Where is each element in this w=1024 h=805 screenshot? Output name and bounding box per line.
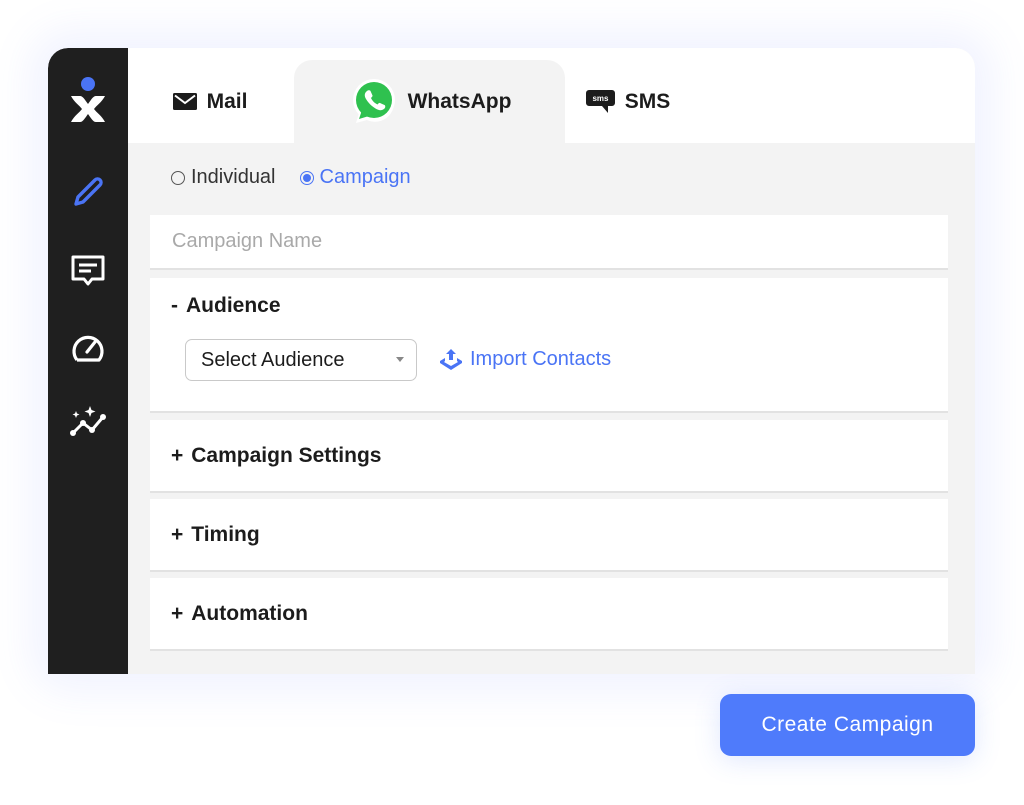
timing-panel: + Timing <box>150 499 948 572</box>
section-title: Timing <box>191 523 260 546</box>
tab-label: WhatsApp <box>407 89 512 113</box>
main-content: Mail WhatsApp sms SMS Individual Campaig… <box>128 48 975 674</box>
audience-panel: - Audience Select Audience Import Contac… <box>150 278 948 413</box>
tab-sms[interactable]: sms SMS <box>583 60 673 143</box>
message-icon[interactable] <box>68 251 108 291</box>
automation-header[interactable]: + Automation <box>171 602 308 626</box>
whatsapp-icon <box>352 78 395 123</box>
campaign-composer-card: Mail WhatsApp sms SMS Individual Campaig… <box>48 48 975 674</box>
tab-label: SMS <box>624 89 671 113</box>
campaign-settings-panel: + Campaign Settings <box>150 420 948 493</box>
radio-label: Individual <box>191 166 276 188</box>
sms-icon: sms <box>585 90 615 113</box>
import-contacts-link[interactable]: Import Contacts <box>438 348 611 371</box>
timing-header[interactable]: + Timing <box>171 523 260 547</box>
create-campaign-button[interactable]: Create Campaign <box>720 694 975 756</box>
sidebar <box>48 48 128 674</box>
tab-mail[interactable]: Mail <box>150 60 270 143</box>
select-audience-dropdown[interactable]: Select Audience <box>185 339 417 381</box>
send-mode-radio-group: Individual Campaign <box>171 166 411 189</box>
expand-icon: + <box>171 523 184 546</box>
upload-icon <box>440 348 462 370</box>
radio-selected-icon <box>299 170 314 185</box>
radio-individual[interactable]: Individual <box>171 166 276 189</box>
expand-icon: + <box>171 444 184 467</box>
campaign-name-input[interactable] <box>150 215 948 270</box>
select-value: Select Audience <box>201 348 345 371</box>
section-title: Campaign Settings <box>191 444 382 467</box>
tab-whatsapp[interactable]: WhatsApp <box>294 60 565 143</box>
collapse-icon: - <box>171 294 178 317</box>
chevron-down-icon <box>396 357 404 362</box>
svg-text:sms: sms <box>592 94 609 103</box>
section-title: Audience <box>186 294 281 317</box>
import-contacts-label: Import Contacts <box>470 348 612 370</box>
radio-campaign[interactable]: Campaign <box>299 166 411 189</box>
analytics-sparkle-icon[interactable] <box>68 401 108 441</box>
radio-circle-icon <box>171 170 185 185</box>
expand-icon: + <box>171 602 184 625</box>
radio-label: Campaign <box>319 166 411 188</box>
audience-header[interactable]: - Audience <box>171 294 281 318</box>
channel-tabs: Mail WhatsApp sms SMS <box>128 48 975 143</box>
speedometer-icon[interactable] <box>68 327 108 367</box>
campaign-settings-header[interactable]: + Campaign Settings <box>171 444 381 468</box>
automation-panel: + Automation <box>150 578 948 651</box>
app-logo-icon[interactable] <box>68 77 108 122</box>
compose-icon[interactable] <box>68 172 108 212</box>
tab-label: Mail <box>206 89 248 113</box>
section-title: Automation <box>191 602 308 625</box>
mail-icon <box>172 93 197 110</box>
